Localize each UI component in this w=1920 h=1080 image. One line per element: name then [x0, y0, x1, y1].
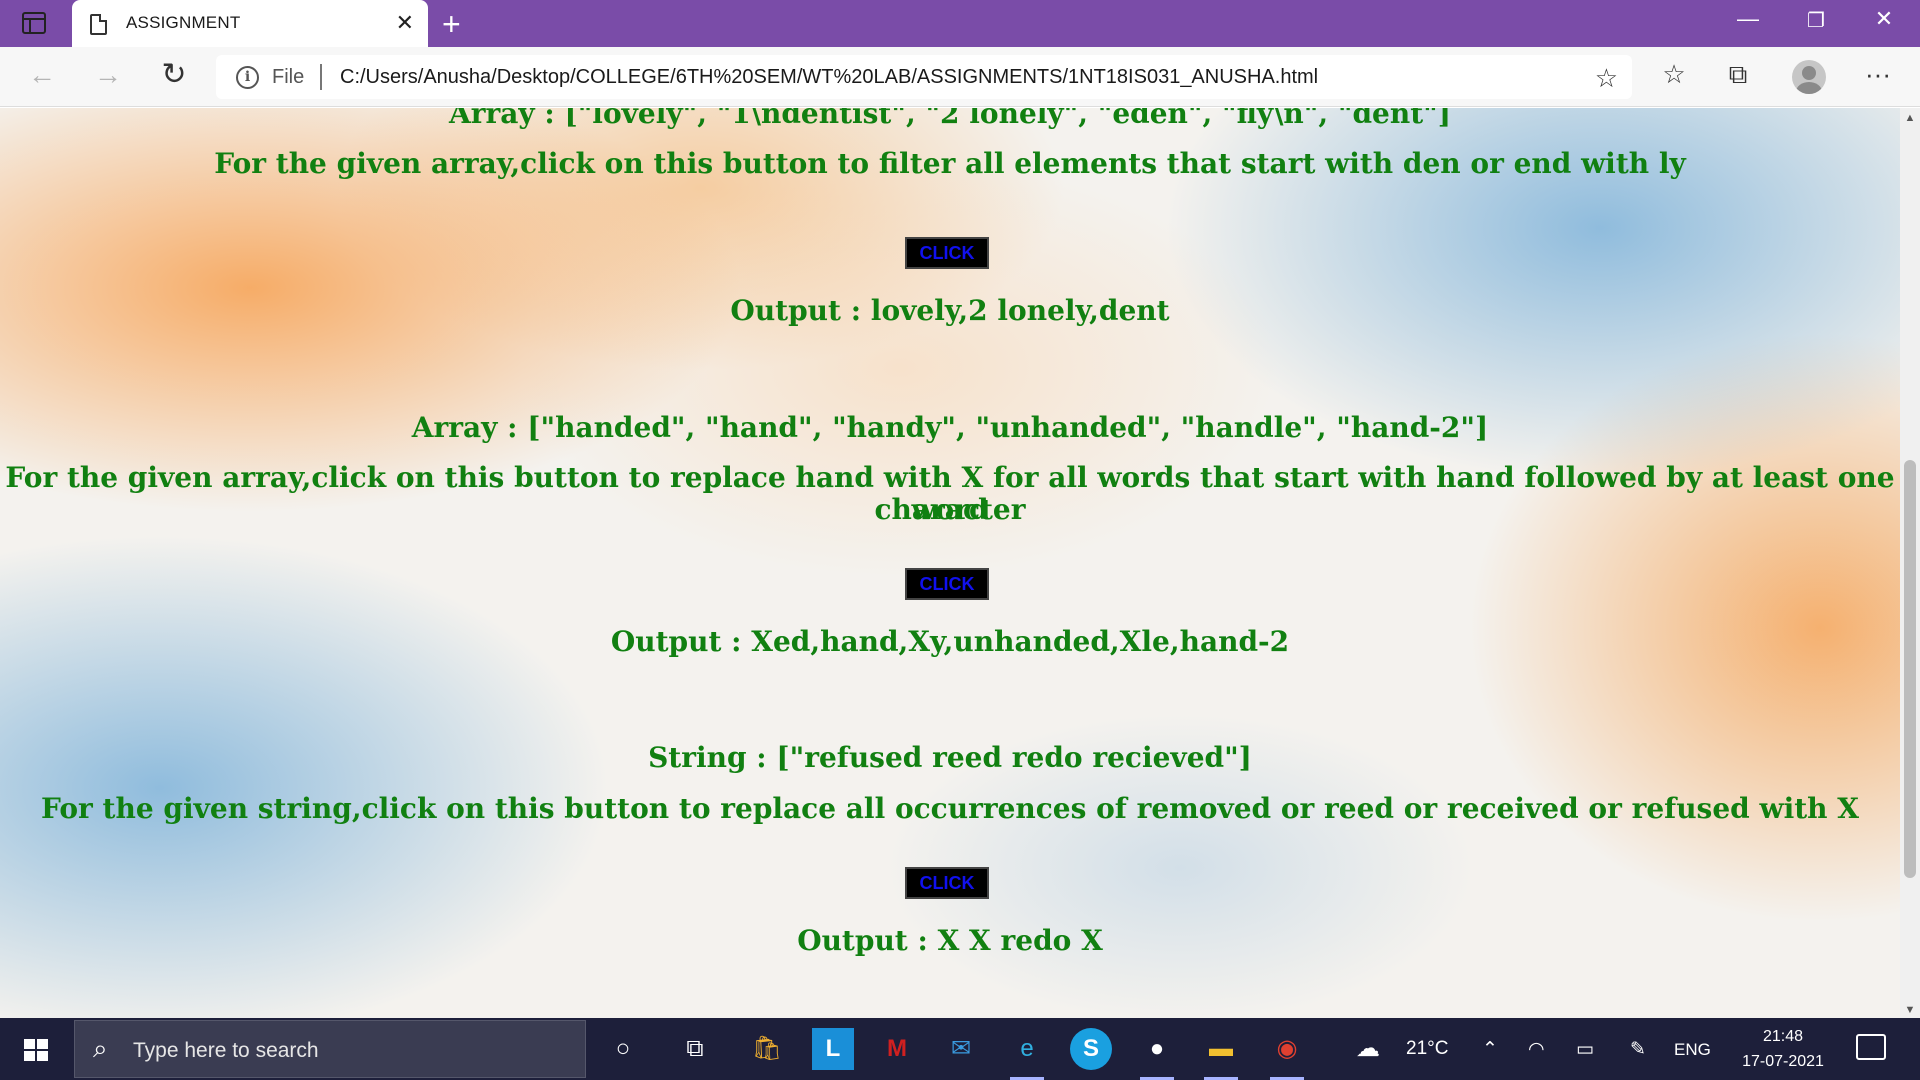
instruction-text-continued: character [874, 493, 1026, 526]
windows-start-icon[interactable] [24, 1039, 48, 1061]
search-placeholder: Type here to search [133, 1039, 319, 1062]
clock-time: 21:48 [1762, 1028, 1804, 1045]
task-view-icon[interactable]: ⧉ [674, 1028, 716, 1070]
l-app-icon[interactable]: L [812, 1028, 854, 1070]
filter-click-button[interactable]: CLICK [905, 237, 989, 269]
weather-temp[interactable]: 21°C [1406, 1038, 1448, 1060]
green-app-icon[interactable]: ● [1136, 1028, 1178, 1080]
store-icon[interactable]: 🛍 [746, 1028, 788, 1070]
browser-tab[interactable]: ASSIGNMENT ✕ [72, 0, 428, 47]
output-text: Output : X X redo X [797, 924, 1103, 957]
notification-icon[interactable] [1856, 1034, 1886, 1060]
taskbar-search[interactable]: ⌕ Type here to search [74, 1020, 586, 1078]
mail-icon[interactable]: ✉ [940, 1028, 982, 1070]
skype-icon[interactable]: S [1070, 1028, 1112, 1070]
scrollbar-thumb[interactable] [1904, 460, 1916, 878]
instruction-text: For the given array,click on this button… [214, 147, 1686, 180]
chrome-icon[interactable]: ◉ [1266, 1028, 1308, 1080]
chevron-up-icon[interactable]: ⌃ [1482, 1038, 1498, 1061]
file-explorer-icon[interactable]: ▬ [1200, 1028, 1242, 1080]
window-close-icon[interactable]: ✕ [1864, 6, 1904, 32]
replace-hand-click-button[interactable]: CLICK [905, 568, 989, 600]
instruction-text: For the given string,click on this butto… [41, 792, 1859, 825]
vertical-scrollbar[interactable]: ▲ ▼ [1900, 108, 1920, 1018]
scroll-down-icon[interactable]: ▼ [1900, 1004, 1920, 1016]
replace-words-click-button[interactable]: CLICK [905, 867, 989, 899]
battery-icon[interactable]: ▭ [1576, 1038, 1594, 1061]
info-icon[interactable]: i [236, 66, 259, 89]
page-content: Array : ["lovely", "1\ndentist", "2 lone… [0, 108, 1900, 1018]
wifi-icon[interactable]: ◠ [1528, 1038, 1545, 1061]
mcafee-icon[interactable]: M [876, 1028, 918, 1070]
new-tab-icon[interactable]: + [442, 6, 461, 43]
add-favorite-icon[interactable]: ☆ [1595, 63, 1618, 94]
document-icon [90, 14, 107, 35]
tab-title: ASSIGNMENT [126, 13, 241, 32]
close-icon[interactable]: ✕ [396, 10, 414, 36]
output-text: Output : Xed,hand,Xy,unhanded,Xle,hand-2 [610, 625, 1290, 658]
pen-icon[interactable]: ✎ [1630, 1038, 1646, 1061]
minimize-icon[interactable]: — [1728, 6, 1768, 32]
title-bar: ASSIGNMENT ✕ + — ❐ ✕ [0, 0, 1920, 47]
taskbar: ⌕ Type here to search ○ ⧉ 🛍 L M ✉ e S ● … [0, 1018, 1920, 1080]
separator [320, 64, 322, 90]
clock[interactable]: 21:48 17-07-2021 [1728, 1024, 1838, 1074]
string-text: String : ["refused reed redo recieved"] [648, 741, 1252, 774]
window-menu-icon[interactable] [22, 12, 46, 34]
url-text[interactable]: C:/Users/Anusha/Desktop/COLLEGE/6TH%20SE… [340, 66, 1318, 89]
scroll-up-icon[interactable]: ▲ [1900, 112, 1920, 124]
profile-icon[interactable] [1792, 60, 1826, 94]
restore-icon[interactable]: ❐ [1796, 8, 1836, 33]
search-icon: ⌕ [93, 1033, 108, 1063]
language-indicator[interactable]: ENG [1674, 1040, 1711, 1060]
favorites-icon[interactable]: ☆ [1656, 59, 1692, 90]
address-bar[interactable]: i File C:/Users/Anusha/Desktop/COLLEGE/6… [216, 55, 1632, 99]
output-text: Output : lovely,2 lonely,dent [730, 294, 1170, 327]
more-icon[interactable]: ··· [1860, 59, 1896, 90]
array-text: Array : ["handed", "hand", "handy", "unh… [411, 411, 1489, 444]
clock-date: 17-07-2021 [1742, 1053, 1824, 1070]
forward-icon[interactable]: → [90, 59, 126, 91]
weather-icon[interactable]: ☁ [1356, 1034, 1380, 1063]
array-text: Array : ["lovely", "1\ndentist", "2 lone… [449, 108, 1451, 130]
edge-icon[interactable]: e [1006, 1028, 1048, 1080]
browser-toolbar: ← → ↻ i File C:/Users/Anusha/Desktop/COL… [0, 47, 1920, 107]
back-icon[interactable]: ← [24, 59, 60, 91]
reload-icon[interactable]: ↻ [156, 57, 192, 92]
cortana-icon[interactable]: ○ [602, 1028, 644, 1070]
file-label: File [272, 66, 305, 88]
collections-icon[interactable]: ⧉ [1720, 59, 1756, 91]
